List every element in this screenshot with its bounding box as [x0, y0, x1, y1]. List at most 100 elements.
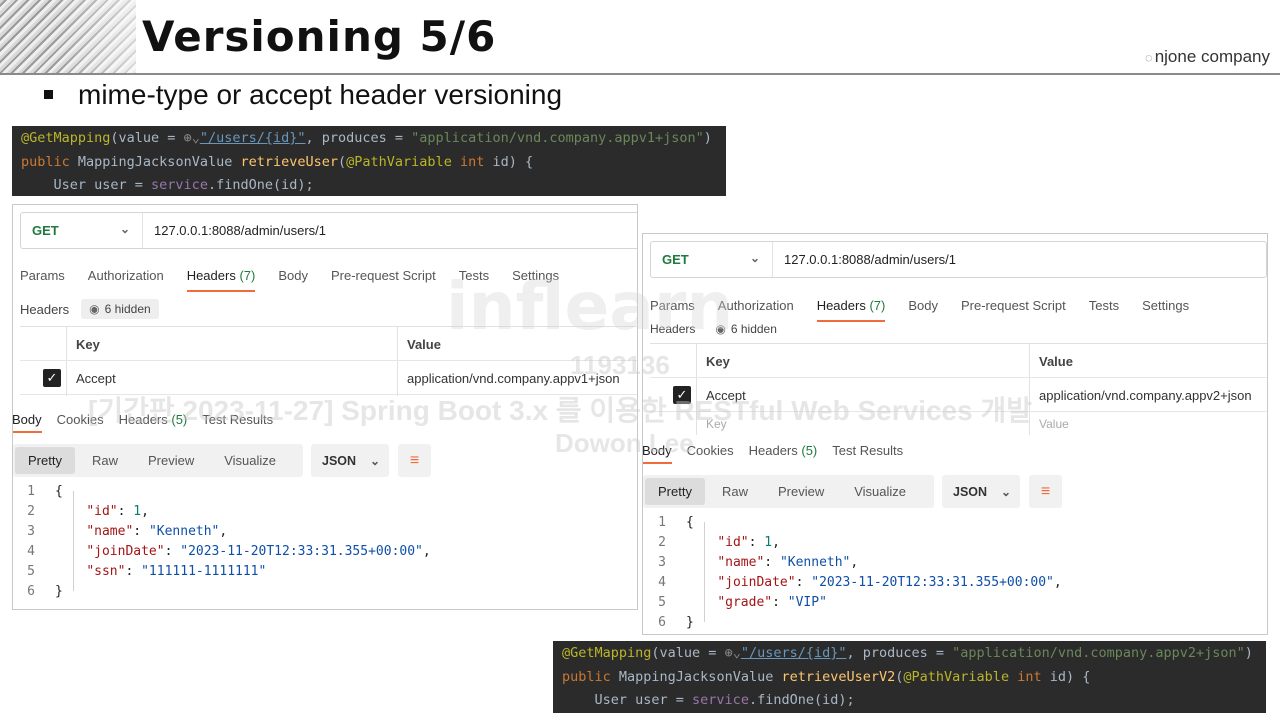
line-number: 1 — [27, 484, 35, 499]
resp-tab-body[interactable]: Body — [13, 412, 42, 433]
table-row-empty: Key Value — [650, 412, 1267, 436]
checkmark-icon: ✓ — [43, 369, 61, 387]
tab-params[interactable]: Params — [650, 298, 695, 313]
slide-corner-graphic — [0, 0, 136, 74]
headers-table: Key Value ✓ Accept application/vnd.compa… — [650, 343, 1267, 435]
headers-section: Headers ◉ 6 hidden — [650, 319, 785, 339]
format-label: JSON — [953, 484, 988, 499]
code-text: (value = — [110, 130, 184, 146]
tab-authorization[interactable]: Authorization — [88, 268, 164, 283]
line-number: 5 — [27, 564, 35, 579]
json-key: "joinDate" — [86, 544, 165, 559]
col-key-header: Key — [76, 336, 100, 352]
resp-tab-test-results[interactable]: Test Results — [832, 443, 903, 458]
json-line: 3 "name": "Kenneth", — [644, 553, 1062, 573]
tab-settings[interactable]: Settings — [1142, 298, 1189, 313]
tab-headers[interactable]: Headers (7) — [186, 268, 255, 292]
new-key-placeholder[interactable]: Key — [706, 412, 727, 436]
tab-authorization[interactable]: Authorization — [718, 298, 794, 313]
code-text: User user = — [21, 177, 152, 193]
code-type: MappingJacksonValue — [618, 668, 782, 685]
header-value-cell[interactable]: application/vnd.company.appv2+json — [1039, 378, 1252, 412]
code-text: ) — [703, 130, 712, 146]
line-number: 6 — [27, 584, 35, 599]
resp-tab-cookies[interactable]: Cookies — [57, 412, 104, 427]
header-key-cell[interactable]: Accept — [76, 361, 116, 395]
json-text: "grade": "VIP" — [717, 595, 827, 610]
format-select[interactable]: JSON ⌄ — [942, 475, 1020, 508]
url-input[interactable]: 127.0.0.1:8088/admin/users/1 — [143, 223, 326, 238]
method-select[interactable]: GET ⌄ — [651, 242, 773, 277]
resp-headers-count: (5) — [171, 412, 188, 427]
view-raw[interactable]: Raw — [79, 447, 131, 474]
tab-tests[interactable]: Tests — [1089, 298, 1119, 313]
code-line: @GetMapping(value = ⊕⌄"/users/{id}", pro… — [562, 642, 1257, 666]
col-value-header: Value — [1039, 353, 1073, 369]
code-line: User user = service.findOne(id); — [21, 174, 717, 196]
header-enabled-checkbox[interactable]: ✓ — [43, 361, 61, 395]
view-visualize[interactable]: Visualize — [211, 447, 289, 474]
bullet-icon — [44, 90, 53, 99]
header-key-cell[interactable]: Accept — [706, 378, 746, 412]
wrap-lines-icon[interactable]: ≡ — [398, 444, 431, 477]
tab-body[interactable]: Body — [908, 298, 938, 313]
json-value: "Kenneth" — [779, 555, 851, 570]
code-text: .findOne(id); — [748, 692, 855, 708]
view-pretty[interactable]: Pretty — [15, 447, 75, 474]
resp-tab-test-results[interactable]: Test Results — [202, 412, 273, 427]
json-key: "ssn" — [86, 564, 126, 579]
view-raw[interactable]: Raw — [709, 478, 761, 505]
headers-section-label: Headers — [20, 301, 70, 317]
code-function: retrieveUser — [240, 153, 339, 170]
json-value: "2023-11-20T12:33:31.355+00:00" — [180, 544, 423, 559]
resp-tab-cookies[interactable]: Cookies — [687, 443, 734, 458]
tab-pre-request-script[interactable]: Pre-request Script — [961, 298, 1066, 313]
resp-tab-body[interactable]: Body — [643, 443, 672, 464]
postman-panel-v1: GET ⌄ 127.0.0.1:8088/admin/users/1 Params… — [12, 204, 638, 610]
json-text: "id": 1, — [717, 535, 780, 550]
view-preview[interactable]: Preview — [135, 447, 207, 474]
checkmark-icon: ✓ — [673, 386, 691, 404]
tab-params[interactable]: Params — [20, 268, 65, 283]
view-pretty[interactable]: Pretty — [645, 478, 705, 505]
new-value-placeholder[interactable]: Value — [1039, 412, 1069, 436]
eye-icon: ◉ — [89, 302, 100, 316]
code-text: id) { — [492, 153, 534, 170]
method-select[interactable]: GET ⌄ — [21, 213, 143, 248]
line-number: 4 — [27, 544, 35, 559]
json-text: "name": "Kenneth", — [717, 555, 859, 570]
request-url-bar: GET ⌄ 127.0.0.1:8088/admin/users/1 — [650, 241, 1267, 278]
line-number: 1 — [658, 515, 666, 530]
hidden-headers-toggle[interactable]: ◉ 6 hidden — [707, 319, 785, 339]
brand-logo: ◌ njone company — [1145, 47, 1270, 67]
resp-tab-headers[interactable]: Headers (5) — [119, 412, 188, 427]
tab-tests[interactable]: Tests — [459, 268, 489, 283]
view-visualize[interactable]: Visualize — [841, 478, 919, 505]
line-number: 3 — [658, 555, 666, 570]
code-line: public MappingJacksonValue retrieveUserV… — [562, 666, 1257, 690]
code-text: .findOne(id); — [207, 177, 314, 193]
json-line: 1{ — [13, 482, 431, 502]
tab-headers[interactable]: Headers (7) — [816, 298, 885, 322]
view-preview[interactable]: Preview — [765, 478, 837, 505]
code-field: service — [692, 692, 749, 708]
response-tabs: Body Cookies Headers (5) Test Results — [13, 412, 288, 433]
tab-settings[interactable]: Settings — [512, 268, 559, 283]
request-url-bar: GET ⌄ 127.0.0.1:8088/admin/users/1 — [20, 212, 637, 249]
header-value-cell[interactable]: application/vnd.company.appv1+json — [407, 361, 620, 395]
json-text: "joinDate": "2023-11-20T12:33:31.355+00:… — [86, 544, 431, 559]
wrap-lines-icon[interactable]: ≡ — [1029, 475, 1062, 508]
resp-tab-headers[interactable]: Headers (5) — [749, 443, 818, 458]
tab-body[interactable]: Body — [278, 268, 308, 283]
slide-title: Versioning 5/6 — [142, 12, 497, 61]
hidden-count: 6 hidden — [730, 322, 777, 336]
format-select[interactable]: JSON ⌄ — [311, 444, 389, 477]
hidden-headers-toggle[interactable]: ◉ 6 hidden — [81, 299, 159, 319]
json-line: 3 "name": "Kenneth", — [13, 522, 431, 542]
header-enabled-checkbox[interactable]: ✓ — [673, 378, 691, 412]
url-input[interactable]: 127.0.0.1:8088/admin/users/1 — [773, 252, 956, 267]
code-function: retrieveUserV2 — [781, 668, 896, 685]
json-line: 2 "id": 1, — [644, 533, 1062, 553]
tab-pre-request-script[interactable]: Pre-request Script — [331, 268, 436, 283]
json-value: 1 — [764, 535, 773, 550]
